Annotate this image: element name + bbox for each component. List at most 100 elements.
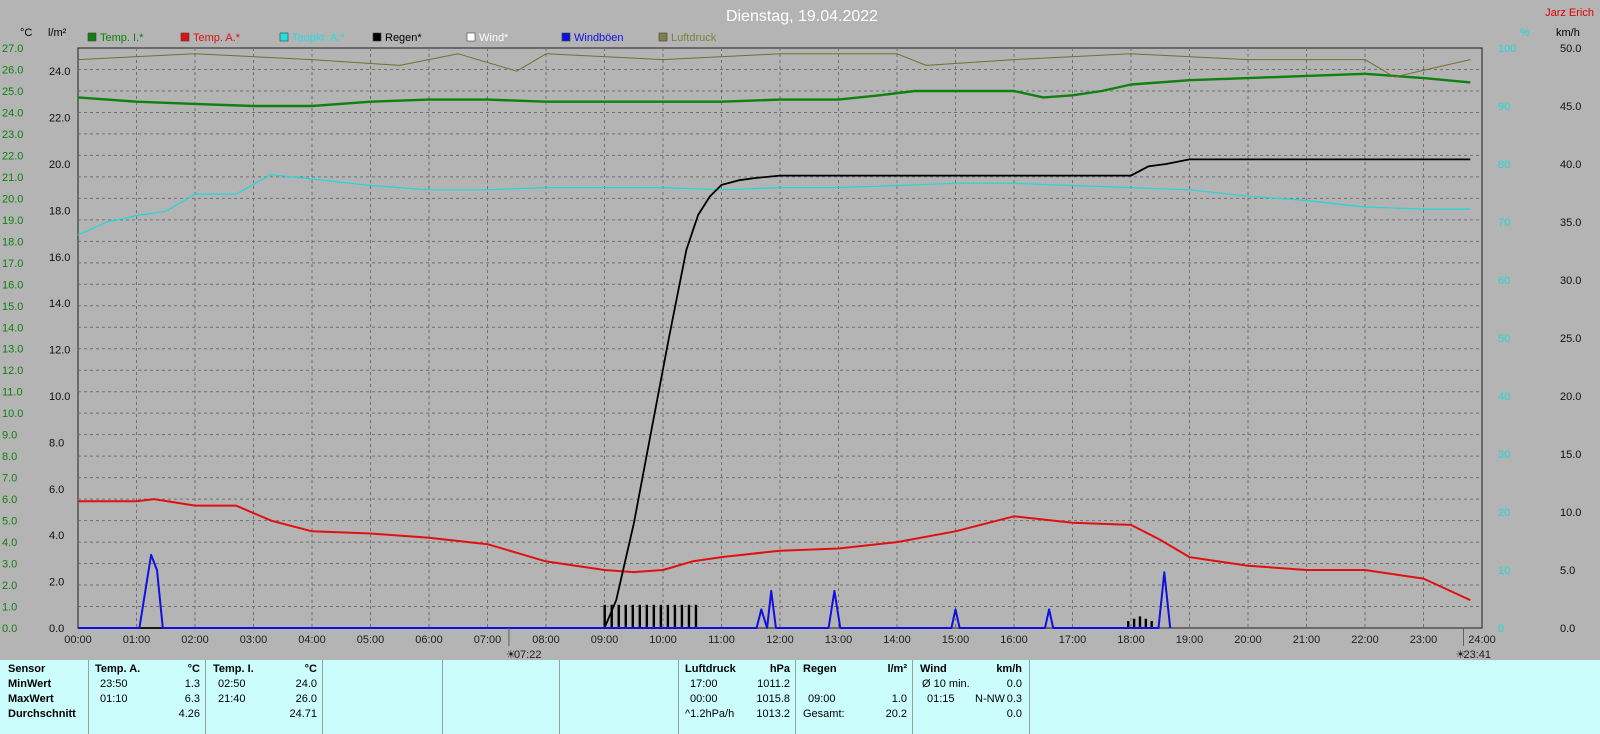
rain-bar — [659, 604, 663, 628]
humidity-axis: 1009080706050403020100 — [1498, 43, 1516, 635]
wind-min-value: 0.0 — [1006, 678, 1022, 690]
temp-tick-label: 23.0 — [2, 129, 23, 141]
rain-bar — [687, 604, 691, 628]
temp-i-max-value: 26.0 — [295, 693, 317, 705]
humidity-tick-label: 0 — [1498, 623, 1504, 635]
temp-tick-label: 25.0 — [2, 86, 23, 98]
time-tick-label: 02:00 — [181, 634, 209, 646]
temp-tick-label: 22.0 — [2, 150, 23, 162]
wind-max-time: 01:15 — [927, 693, 955, 705]
humidity-tick-label: 100 — [1498, 43, 1516, 55]
rain-tick-label: 4.0 — [49, 530, 64, 542]
wind-tick-label: 45.0 — [1560, 101, 1581, 113]
rain-header: Regen — [803, 663, 837, 675]
time-tick-label: 15:00 — [942, 634, 970, 646]
stats-panel: Sensor MinWert MaxWert Durchschnitt Temp… — [0, 660, 1600, 734]
durchschnitt-label: Durchschnitt — [8, 708, 76, 720]
temp-tick-label: 14.0 — [2, 322, 23, 334]
rain-bar — [645, 604, 649, 628]
temp-a-max-value: 6.3 — [184, 693, 200, 705]
humidity-tick-label: 10 — [1498, 565, 1510, 577]
legend-swatch — [466, 32, 476, 42]
rain-tick-label: 10.0 — [49, 391, 70, 403]
rain-bar — [1150, 621, 1153, 628]
temp-a-max-time: 01:10 — [100, 693, 128, 705]
legend-label: Temp. A.* — [193, 32, 241, 44]
rain-axis: 24.0 22.0 20.0 18.0 16.0 14.0 12.0 10.0 8.0 6.0 4.… — [49, 66, 70, 635]
legend-label: Wind* — [479, 32, 509, 44]
time-tick-label: 13:00 — [825, 634, 853, 646]
humidity-tick-label: 30 — [1498, 449, 1510, 461]
wind-tick-label: 5.0 — [1560, 565, 1575, 577]
time-tick-label: 24:00 — [1468, 634, 1496, 646]
rain-max-time: 09:00 — [808, 693, 836, 705]
wind-avg-label: Ø 10 min. — [922, 678, 970, 690]
time-tick-label: 11:00 — [708, 634, 735, 646]
time-tick-label: 03:00 — [240, 634, 268, 646]
pressure-avg-value: 1013.2 — [756, 708, 790, 720]
rain-total-value: 20.2 — [885, 708, 907, 720]
time-tick-label: 05:00 — [357, 634, 385, 646]
temp-tick-label: 20.0 — [2, 193, 23, 205]
temp-tick-label: 8.0 — [2, 451, 17, 463]
rain-bar — [1127, 621, 1130, 628]
rain-max-value: 1.0 — [891, 693, 907, 705]
wind-header: Wind — [920, 663, 947, 675]
pressure-header: Luftdruck — [685, 663, 736, 675]
rain-bar — [617, 604, 620, 628]
grid — [77, 47, 1483, 629]
rain-bar — [1132, 618, 1136, 628]
panel-divider — [88, 660, 89, 734]
rain-bar — [638, 604, 641, 628]
rain-tick-label: 6.0 — [49, 484, 64, 496]
rain-bar — [1144, 618, 1148, 628]
temp-tick-label: 1.0 — [2, 602, 17, 614]
temp-tick-label: 9.0 — [2, 430, 17, 442]
time-axis: 00:00 01:00 02:00 03:00 04:00 05:00 06:00 07:00… — [64, 634, 1496, 646]
pressure-trend: ^1.2hPa/h — [685, 708, 735, 720]
humidity-tick-label: 70 — [1498, 217, 1510, 229]
rain-bar — [666, 604, 670, 628]
sunset-label: 23:41 — [1463, 649, 1491, 660]
legend-swatch — [372, 32, 382, 42]
time-tick-label: 18:00 — [1117, 634, 1145, 646]
rain-tick-label: 14.0 — [49, 298, 70, 310]
wind-tick-label: 25.0 — [1560, 333, 1581, 345]
temp-tick-label: 24.0 — [2, 107, 23, 119]
temp-tick-label: 13.0 — [2, 344, 23, 356]
legend-swatch — [658, 32, 668, 42]
temp-i-max-time: 21:40 — [218, 693, 246, 705]
time-tick-label: 20:00 — [1234, 634, 1262, 646]
temp-tick-label: 21.0 — [2, 172, 23, 184]
legend: Temp. I.* Temp. A.* Taupkt. A.* Regen* Wind*… — [87, 32, 717, 44]
time-tick-label: 10:00 — [649, 634, 677, 646]
temp-i-header: Temp. I. — [213, 663, 254, 675]
temp-a-unit: °C — [187, 663, 200, 675]
time-tick-label: 08:00 — [532, 634, 560, 646]
legend-swatch — [87, 32, 97, 42]
pressure-min-value: 1011.2 — [757, 678, 790, 690]
rain-total-label: Gesamt: — [803, 708, 845, 720]
time-tick-label: 16:00 — [1000, 634, 1028, 646]
pressure-min-time: 17:00 — [690, 678, 718, 690]
wind-tick-label: 35.0 — [1560, 217, 1581, 229]
maxwert-label: MaxWert — [8, 693, 54, 705]
temp-tick-label: 2.0 — [2, 580, 17, 592]
humidity-tick-label: 90 — [1498, 101, 1510, 113]
wind-avg-value: 0.0 — [1006, 708, 1022, 720]
panel-divider — [442, 660, 443, 734]
temp-a-header: Temp. A. — [95, 663, 141, 675]
pressure-max-value: 1015.8 — [756, 693, 790, 705]
rain-tick-label: 2.0 — [49, 577, 64, 589]
rain-bar — [652, 604, 656, 628]
wind-tick-label: 0.0 — [1560, 623, 1575, 635]
temp-tick-label: 6.0 — [2, 494, 17, 506]
wind-tick-label: 10.0 — [1560, 507, 1581, 519]
time-tick-label: 07:00 — [474, 634, 502, 646]
humidity-tick-label: 50 — [1498, 333, 1510, 345]
panel-divider — [1029, 660, 1030, 734]
wind-max-value: 0.3 — [1006, 693, 1022, 705]
wind-unit: km/h — [996, 663, 1022, 675]
humidity-unit-label: % — [1520, 27, 1530, 39]
wind-tick-label: 40.0 — [1560, 159, 1581, 171]
